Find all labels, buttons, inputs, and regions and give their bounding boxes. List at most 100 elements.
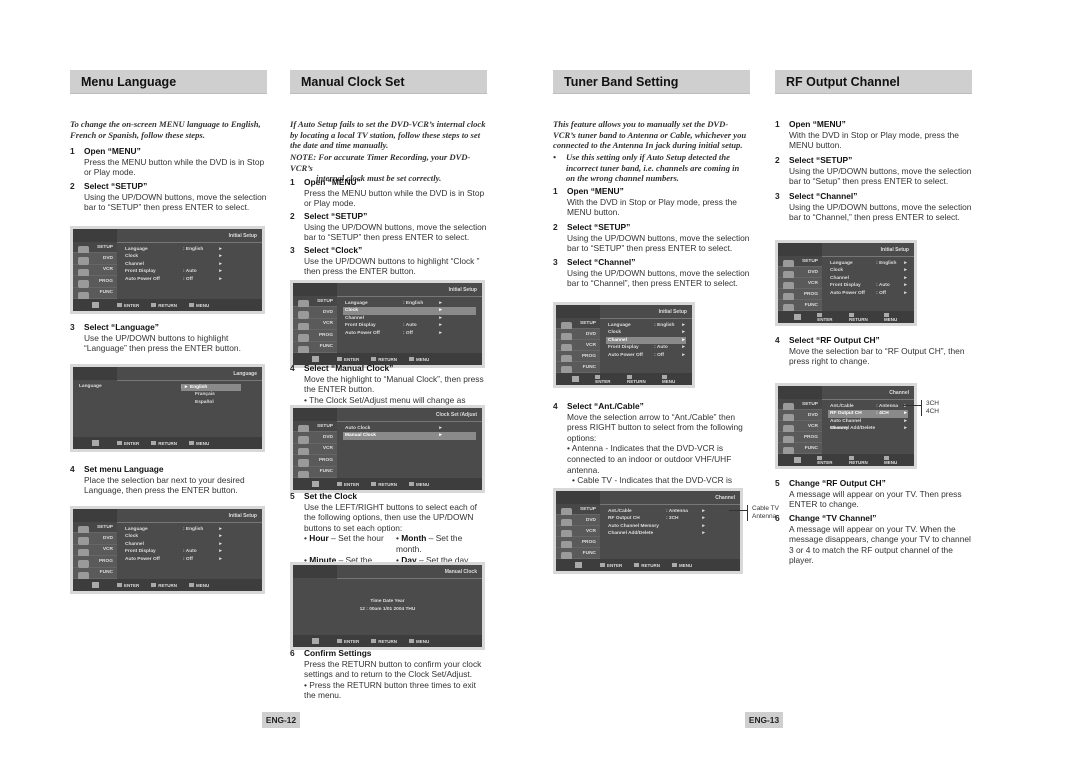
row-value bbox=[654, 329, 679, 336]
row-value: : Auto bbox=[183, 549, 197, 555]
step-title: Select “Channel” bbox=[789, 191, 858, 201]
row-label: Channel bbox=[125, 541, 144, 547]
osd-tab bbox=[778, 386, 822, 399]
row-label: Language bbox=[830, 261, 853, 266]
arrow-right-icon: ► bbox=[438, 426, 443, 431]
osd-sidebar-item: PROG bbox=[556, 351, 600, 363]
row-value: : Off bbox=[876, 290, 887, 296]
content-block: 2 Select “SETUP” Using the UP/DOWN buttons… bbox=[775, 155, 972, 187]
step: 3 Select “Channel” Using the UP/DOWN butto… bbox=[775, 191, 972, 223]
step-body: With the DVD in Stop or Play mode, press… bbox=[789, 129, 959, 151]
row-label: Front Display bbox=[830, 283, 861, 289]
step: 4 Select “RF Output CH” Move the selection… bbox=[775, 335, 972, 367]
osd-tab bbox=[293, 565, 337, 578]
step-content: Select “Clock” Use the UP/DOWN buttons to… bbox=[304, 245, 487, 277]
section-header: Manual Clock Set bbox=[290, 70, 487, 94]
arrow-right-icon: ► bbox=[218, 247, 223, 252]
footer-hint: RETURN bbox=[371, 639, 397, 644]
arrow-right-icon: ► bbox=[701, 531, 706, 537]
footer-hint: MENU bbox=[409, 482, 429, 487]
row-label: Channel bbox=[608, 337, 627, 343]
arrow-right-icon: ► bbox=[701, 523, 706, 529]
row-label: Auto Power Off bbox=[608, 352, 643, 358]
step-body: Press the RETURN button to confirm your … bbox=[304, 658, 482, 680]
content-block: 1 Open “MENU” Press the MENU button while … bbox=[290, 177, 487, 209]
footer-hint: MENU bbox=[672, 563, 692, 568]
osd-sidebar: SETUP DVD VCR PROG FUNC bbox=[73, 522, 117, 580]
row-value bbox=[654, 337, 679, 344]
content-block: 4 Select “RF Output CH” Move the selection… bbox=[775, 335, 972, 367]
osd-menu-row: Auto Power Off: Off ► bbox=[123, 556, 256, 563]
arrow-right-icon: ► bbox=[438, 315, 443, 321]
footer-hint: MENU bbox=[884, 312, 902, 322]
osd-sidebar-item: PROG bbox=[778, 289, 822, 301]
step-content: Open “MENU” With the DVD in Stop or Play … bbox=[789, 119, 972, 151]
arrow-right-icon: ► bbox=[438, 323, 443, 329]
footer-hint: ENTER bbox=[117, 441, 139, 446]
osd-footer: ENTER RETURN MENU bbox=[73, 579, 262, 591]
osd-menu-row: Auto Power Off: Off ► bbox=[123, 276, 256, 283]
step-body: Press the MENU button while the DVD is i… bbox=[84, 156, 265, 178]
content-block: 3 Select “Language” Use the UP/DOWN button… bbox=[70, 322, 267, 354]
row-label: Channel Add/Delete bbox=[608, 531, 654, 537]
step-number: 3 bbox=[70, 322, 75, 332]
step-number: 6 bbox=[290, 648, 295, 658]
arrow-right-icon: ► bbox=[218, 269, 223, 275]
osd-menu-row: Channel ► bbox=[828, 275, 908, 282]
osd-menu-row: Channel Add/Delete ► bbox=[606, 530, 734, 537]
osd-footer: ENTER RETURN MENU bbox=[778, 311, 914, 323]
content-block: 5 Change “RF Output CH” A message will app… bbox=[775, 478, 972, 510]
row-value: : Auto bbox=[183, 269, 197, 275]
osd-sidebar-item: DVD bbox=[73, 253, 117, 266]
osd-footer: ENTER RETURN MENU bbox=[556, 373, 692, 385]
osd-sidebar-item: SETUP bbox=[556, 504, 600, 516]
arrow-right-icon: ► bbox=[681, 352, 686, 358]
setup-icon bbox=[293, 637, 337, 645]
arrow-right-icon: ► bbox=[903, 418, 908, 424]
content-block: • Use this setting only if Auto Setup det… bbox=[553, 152, 750, 184]
step-title: Select “Channel” bbox=[567, 257, 636, 267]
clock-header: Time Date Year bbox=[370, 598, 405, 604]
step: 3 Select “Clock” Use the UP/DOWN buttons t… bbox=[290, 245, 487, 277]
step-title: Confirm Settings bbox=[304, 648, 372, 658]
osd-menu: Ant./Cable: Antenna ► RF Output CH: 3CH ► Au… bbox=[606, 508, 734, 538]
row-label: Front Display bbox=[125, 549, 156, 555]
osd-menu-row: Clock ► bbox=[123, 533, 256, 540]
osd-title: Initial Setup bbox=[822, 243, 914, 257]
osd-sidebar-item: PROG bbox=[293, 455, 337, 468]
osd-sidebar-item: VCR bbox=[73, 264, 117, 278]
row-label: Clock bbox=[830, 268, 844, 274]
clock-value: 12 : 00am 1/01 2004 THU bbox=[359, 606, 416, 612]
row-label: Language bbox=[608, 323, 631, 328]
osd-menu-row: Front Display: Auto ► bbox=[123, 548, 256, 555]
osd-sidebar-item: SETUP bbox=[293, 296, 337, 309]
step-content: Select “SETUP” Using the UP/DOWN buttons,… bbox=[567, 222, 750, 254]
step-body: Place the selection bar next to your des… bbox=[84, 474, 245, 496]
content-block: 3 Select “Channel” Using the UP/DOWN butto… bbox=[553, 257, 750, 289]
osd-menu: Language: English ► Clock ► Channel ► Front Di… bbox=[343, 300, 476, 337]
row-label: Channel Add/Delete bbox=[830, 426, 876, 432]
osd-sidebar-item: SETUP bbox=[556, 318, 600, 330]
step-number: 2 bbox=[290, 211, 295, 221]
footer-hint: ENTER bbox=[817, 312, 837, 322]
arrow-right-icon: ► bbox=[218, 527, 223, 532]
osd-menu-row: Auto Clock ► bbox=[343, 425, 476, 432]
step-content: Open “MENU” With the DVD in Stop or Play … bbox=[567, 186, 750, 218]
step-number: 4 bbox=[775, 335, 780, 345]
step-body: Press the MENU button while the DVD is i… bbox=[304, 187, 485, 209]
footer-hint: MENU bbox=[409, 639, 429, 644]
step-body: Using the UP/DOWN buttons, move the sele… bbox=[304, 221, 487, 243]
row-value: : English bbox=[183, 247, 204, 252]
osd-footer: ENTER RETURN MENU bbox=[778, 454, 914, 466]
step-title: Select “Manual Clock” bbox=[304, 363, 394, 373]
annotation-option: 4CH bbox=[926, 408, 940, 415]
step-number: 3 bbox=[553, 257, 558, 267]
row-label: Auto Power Off bbox=[830, 290, 865, 296]
osd-menu-row: Manual Clock ► bbox=[343, 432, 476, 440]
gear-icon bbox=[91, 581, 99, 588]
setup-icon bbox=[778, 456, 817, 464]
step-title: Change “TV Channel” bbox=[789, 513, 877, 523]
osd-sidebar: SETUP DVD VCR PROG FUNC bbox=[293, 296, 337, 354]
osd-sidebar: SETUP DVD VCR PROG FUNC bbox=[778, 256, 822, 312]
content-block: 1 Open “MENU” Press the MENU button while … bbox=[70, 146, 267, 178]
